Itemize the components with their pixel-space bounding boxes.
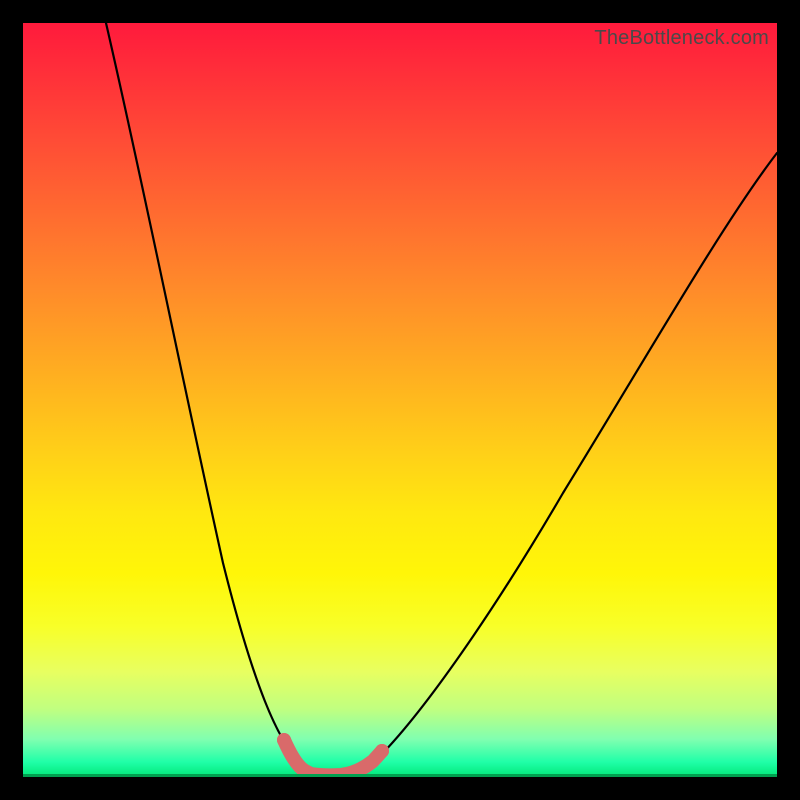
curve-svg	[23, 23, 777, 777]
optimal-range-highlight	[284, 740, 382, 775]
bottleneck-curve	[106, 23, 777, 775]
baseline-strip	[23, 774, 777, 777]
highlight-end-dot-right	[375, 744, 389, 758]
chart-plot-area: TheBottleneck.com	[23, 23, 777, 777]
watermark-text: TheBottleneck.com	[594, 27, 769, 50]
highlight-end-dot-left	[277, 733, 291, 747]
